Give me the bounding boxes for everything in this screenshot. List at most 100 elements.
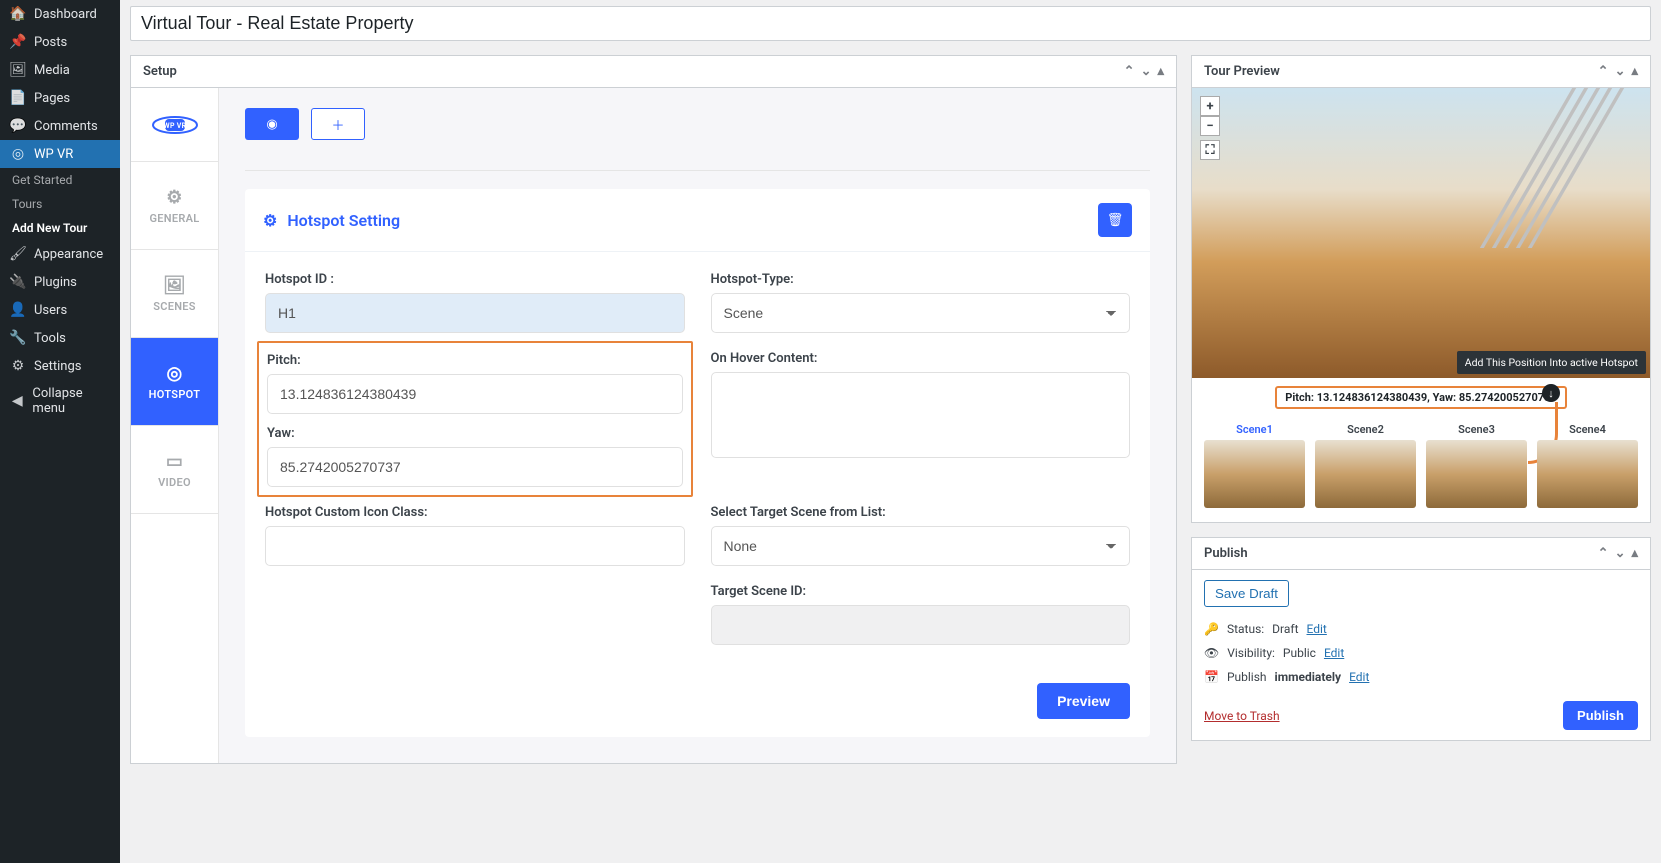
nav-label: Posts [34,35,67,50]
key-icon: 🔑 [1204,622,1219,636]
scene-thumb-1[interactable]: Scene1 [1204,423,1305,508]
nav-plugins[interactable]: 🔌Plugins [0,268,120,296]
visibility-value: Public [1283,646,1316,660]
current-hotspot-button[interactable]: ◉ [245,108,299,140]
user-icon: 👤 [10,302,26,318]
nav-label: WP VR [34,147,73,162]
nav-dashboard[interactable]: 🏠 Dashboard [0,0,120,28]
edit-visibility-link[interactable]: Edit [1324,646,1344,660]
delete-hotspot-button[interactable]: 🗑 [1098,203,1132,237]
nav-label: Dashboard [34,7,97,22]
chevron-up-icon[interactable]: ⌃ [1598,64,1609,79]
stairs-decor [1480,88,1576,248]
status-value: Draft [1272,622,1298,636]
icon-class-input[interactable] [265,526,685,566]
publish-value: immediately [1275,670,1342,684]
hotspot-type-select[interactable]: Scene [711,293,1131,333]
nav-pages[interactable]: 📄Pages [0,84,120,112]
edit-status-link[interactable]: Edit [1307,622,1327,636]
nav-wpvr[interactable]: ◎ WP VR [0,140,120,168]
chevron-down-icon[interactable]: ⌄ [1141,64,1152,79]
target-scene-label: Select Target Scene from List: [711,505,1131,520]
tour-title-input[interactable] [141,13,1640,34]
nav-posts[interactable]: 📌 Posts [0,28,120,56]
page-icon: 📄 [10,90,26,106]
caret-up-icon[interactable]: ▴ [1631,546,1638,561]
plug-icon: 🔌 [10,274,26,290]
hotspot-setting-card: ⚙Hotspot Setting 🗑 Hotspot ID : [245,189,1150,737]
subnav-tours[interactable]: Tours [0,192,120,216]
pin-icon: 📌 [10,34,26,50]
nav-media[interactable]: 🖼Media [0,56,120,84]
gauge-icon: 🏠 [10,6,26,22]
target-icon: ◎ [166,363,182,384]
panel-title: Publish [1204,546,1248,561]
fullscreen-button[interactable]: ⛶ [1200,140,1220,160]
divider [245,170,1150,171]
caret-up-icon[interactable]: ▴ [1631,64,1638,79]
edit-schedule-link[interactable]: Edit [1349,670,1369,684]
scene-thumb-3[interactable]: Scene3 [1426,423,1527,508]
tab-hotspot[interactable]: ◎HOTSPOT [131,338,218,426]
download-icon: ↓ [1548,387,1554,400]
vr-icon: ◎ [10,146,26,162]
move-to-trash-link[interactable]: Move to Trash [1204,709,1280,723]
hover-content-textarea[interactable] [711,372,1131,458]
scene-thumb-2[interactable]: Scene2 [1315,423,1416,508]
panorama-viewport[interactable]: + − ⛶ Add This Position Into active Hots… [1192,88,1650,378]
tab-label: GENERAL [149,212,199,225]
publish-panel: Publish ⌃ ⌄ ▴ Save Draft 🔑Status: Draft … [1191,537,1651,741]
icon-class-label: Hotspot Custom Icon Class: [265,505,685,520]
nav-label: Appearance [34,247,103,262]
panel-title: Tour Preview [1204,64,1280,79]
caret-up-icon[interactable]: ▴ [1157,64,1164,79]
pitch-yaw-readout: Pitch: 13.124836124380439, Yaw: 85.27420… [1275,386,1566,409]
nav-tools[interactable]: 🔧Tools [0,324,120,352]
add-hotspot-button[interactable]: ＋ [311,108,365,140]
thumb-image [1426,440,1527,508]
nav-users[interactable]: 👤Users [0,296,120,324]
hover-content-label: On Hover Content: [711,351,1131,366]
nav-settings[interactable]: ⚙Settings [0,352,120,380]
collapse-icon: ◀ [10,393,24,409]
pitch-input[interactable] [267,374,683,414]
nav-label: Settings [34,359,81,374]
svg-text:WP VR: WP VR [163,122,186,130]
scene-thumbnails: Scene1 Scene2 Scene3 Scene4 [1192,417,1650,522]
panel-title: Setup [143,64,177,79]
trash-icon: 🗑 [1107,213,1124,228]
nav-collapse[interactable]: ◀Collapse menu [0,380,120,422]
nav-appearance[interactable]: 🖌Appearance [0,240,120,268]
tab-video[interactable]: ▭VIDEO [131,426,218,514]
wpvr-logo: WP VR [131,88,218,162]
scene-thumb-4[interactable]: Scene4 [1537,423,1638,508]
publish-label: Publish [1227,670,1267,684]
yaw-label: Yaw: [267,426,683,441]
subnav-add-new[interactable]: Add New Tour [0,216,120,240]
zoom-out-button[interactable]: − [1200,116,1220,136]
hotspot-id-input [265,293,685,333]
zoom-in-button[interactable]: + [1200,96,1220,116]
calendar-icon: 📅 [1204,670,1219,684]
subnav-get-started[interactable]: Get Started [0,168,120,192]
publish-button[interactable]: Publish [1563,701,1638,730]
scene-label: Scene1 [1236,423,1273,436]
dot-icon: ◉ [266,117,277,132]
target-scene-select[interactable]: None [711,526,1131,566]
preview-button[interactable]: Preview [1037,683,1130,719]
eye-icon: 👁 [1204,646,1219,660]
yaw-input[interactable] [267,447,683,487]
chevron-up-icon[interactable]: ⌃ [1598,546,1609,561]
gear-icon: ⚙ [166,187,182,208]
setup-panel: Setup ⌃ ⌄ ▴ WP VR ⚙ GENERAL [130,55,1177,764]
tab-general[interactable]: ⚙ GENERAL [131,162,218,250]
chevron-up-icon[interactable]: ⌃ [1124,64,1135,79]
tab-scenes[interactable]: 🖼SCENES [131,250,218,338]
save-draft-button[interactable]: Save Draft [1204,580,1289,607]
media-icon: 🖼 [10,62,26,78]
chevron-down-icon[interactable]: ⌄ [1615,546,1626,561]
chevron-down-icon[interactable]: ⌄ [1615,64,1626,79]
scene-label: Scene3 [1458,423,1495,436]
apply-position-button[interactable]: ↓ [1542,384,1560,402]
nav-comments[interactable]: 💬Comments [0,112,120,140]
